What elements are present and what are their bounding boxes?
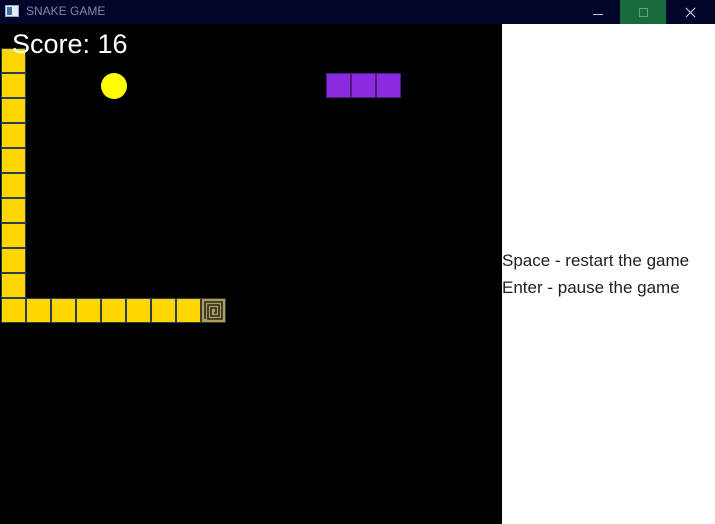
minimize-button[interactable]	[574, 0, 621, 24]
snake-segment	[126, 298, 151, 323]
snake-segment	[101, 298, 126, 323]
snake-segment	[1, 248, 26, 273]
snake-segment	[1, 298, 26, 323]
restart-hint: Space - restart the game	[502, 251, 690, 270]
score-label: Score: 16	[12, 29, 128, 59]
help-panel: Space - restart the game Enter - pause t…	[502, 24, 715, 524]
snake-segment	[1, 98, 26, 123]
snake-segment	[51, 298, 76, 323]
snake-segment	[1, 73, 26, 98]
snake-head	[201, 298, 226, 323]
snake-segment	[76, 298, 101, 323]
window-title: SNAKE GAME	[26, 4, 106, 18]
title-bar[interactable]: SNAKE GAME	[0, 0, 715, 24]
snake-segment	[176, 298, 201, 323]
minimize-icon	[592, 13, 603, 15]
obstacle-block	[326, 73, 351, 98]
pause-hint: Enter - pause the game	[502, 278, 680, 297]
snake-segment	[1, 173, 26, 198]
snake-segment	[151, 298, 176, 323]
obstacle-block	[351, 73, 376, 98]
snake-segment	[1, 148, 26, 173]
snake-segment	[1, 223, 26, 248]
snake-segment	[1, 123, 26, 148]
obstacle-block	[376, 73, 401, 98]
close-icon	[685, 7, 696, 18]
maximize-icon	[638, 7, 648, 17]
snake-game-window: SNAKE GAME Score: 16 Space - restart the…	[0, 0, 715, 524]
snake-segment	[26, 298, 51, 323]
food-pellet	[101, 73, 127, 99]
snake-segment	[1, 273, 26, 298]
snake-segment	[1, 198, 26, 223]
close-button[interactable]	[666, 0, 715, 24]
maximize-button[interactable]	[620, 0, 666, 24]
game-board[interactable]: Score: 16	[0, 24, 502, 524]
app-icon	[5, 5, 19, 17]
